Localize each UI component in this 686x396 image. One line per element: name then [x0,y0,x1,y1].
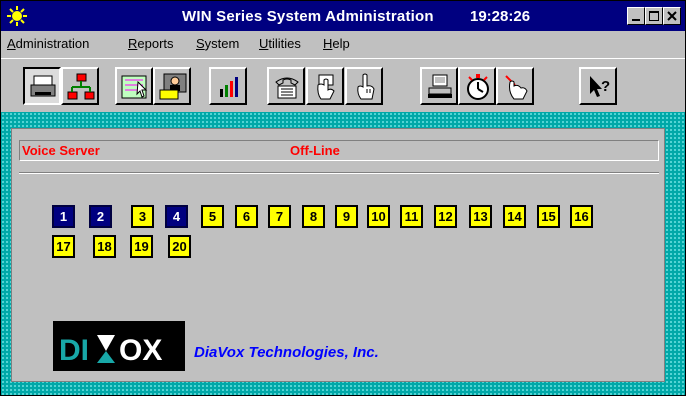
port-17[interactable]: 17 [52,235,75,258]
printer-button[interactable] [23,67,61,105]
port-20[interactable]: 20 [168,235,191,258]
cursor-map-button[interactable] [115,67,153,105]
hand-cursor-icon [505,75,528,100]
port-18[interactable]: 18 [93,235,116,258]
hand-pointing-icon [357,73,375,100]
port-6[interactable]: 6 [235,205,258,228]
system-menu-icon[interactable] [7,6,27,26]
port-5[interactable]: 5 [201,205,224,228]
server-label: Voice Server [22,143,100,158]
toolbar: ? [1,58,685,111]
port-12[interactable]: 12 [434,205,457,228]
minimize-icon [632,19,640,21]
menu-reports[interactable]: Reports [128,36,174,51]
stopwatch-icon [467,74,489,100]
cursor-map-icon [121,75,148,99]
stopwatch-button[interactable] [458,67,496,105]
port-7[interactable]: 7 [268,205,291,228]
voice-server-panel: Voice Server Off-Line 1 2 3 4 5 6 7 8 9 … [11,128,665,382]
workspace-background: Voice Server Off-Line 1 2 3 4 5 6 7 8 9 … [1,112,685,395]
divider [19,172,659,174]
close-button[interactable] [663,7,681,25]
bar-chart-button[interactable] [209,67,247,105]
close-icon [667,11,677,21]
port-1[interactable]: 1 [52,205,75,228]
menu-utilities[interactable]: Utilities [259,36,301,51]
printer-icon [30,75,56,97]
bar-chart-icon [220,77,238,97]
hand-card-icon [317,74,335,100]
svg-text:OX: OX [119,334,162,367]
port-2[interactable]: 2 [89,205,112,228]
port-9[interactable]: 9 [335,205,358,228]
diavox-logo: DI OX [53,321,185,371]
context-help-icon: ? [590,76,610,97]
window-title: WIN Series System Administration [182,8,434,25]
port-14[interactable]: 14 [503,205,526,228]
telephone-icon [275,77,299,99]
network-tree-icon [67,73,95,100]
user-card-button[interactable] [153,67,191,105]
server-status: Off-Line [290,143,340,158]
port-19[interactable]: 19 [130,235,153,258]
telephone-button[interactable] [267,67,305,105]
main-window: WIN Series System Administration 19:28:2… [0,0,686,396]
svg-text:DI: DI [59,334,89,367]
hand-pointing-button[interactable] [345,67,383,105]
port-13[interactable]: 13 [469,205,492,228]
menu-administration[interactable]: Administration [7,36,89,51]
port-10[interactable]: 10 [367,205,390,228]
company-name: DiaVox Technologies, Inc. [194,344,379,361]
context-help-button[interactable]: ? [579,67,617,105]
computer-button[interactable] [420,67,458,105]
port-16[interactable]: 16 [570,205,593,228]
minimize-button[interactable] [627,7,645,25]
status-bar: Voice Server Off-Line [19,140,659,161]
title-bar[interactable]: WIN Series System Administration 19:28:2… [1,1,685,31]
port-3[interactable]: 3 [131,205,154,228]
maximize-button[interactable] [645,7,663,25]
port-15[interactable]: 15 [537,205,560,228]
menu-system[interactable]: System [196,36,239,51]
maximize-icon [649,11,659,21]
port-4[interactable]: 4 [165,205,188,228]
clock: 19:28:26 [470,8,531,25]
computer-icon [428,74,452,98]
menu-help[interactable]: Help [323,36,350,51]
hand-card-button[interactable] [306,67,344,105]
port-8[interactable]: 8 [302,205,325,228]
port-11[interactable]: 11 [400,205,423,228]
menu-bar: Administration Reports System Utilities … [1,32,685,56]
user-card-icon [159,73,187,100]
hand-cursor-button[interactable] [496,67,534,105]
svg-text:?: ? [601,78,610,95]
network-tree-button[interactable] [61,67,99,105]
